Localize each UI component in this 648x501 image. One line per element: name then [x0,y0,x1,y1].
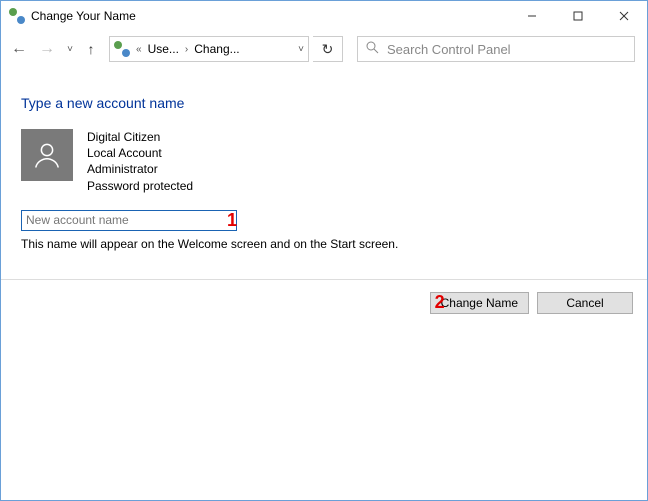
breadcrumb-prev-icon: « [134,44,144,55]
user-accounts-icon [114,41,130,57]
new-name-input[interactable] [21,210,237,231]
footer-buttons: 2 Change Name Cancel [1,280,647,326]
breadcrumb-seg[interactable]: Chang... [194,42,239,56]
window-title: Change Your Name [31,9,136,23]
minimize-button[interactable] [509,1,555,31]
account-type: Local Account [87,145,193,161]
search-input[interactable] [385,41,626,58]
refresh-button[interactable]: ↻ [313,36,343,62]
history-dropdown[interactable]: ˅ [63,44,77,55]
user-accounts-icon [9,8,25,24]
account-role: Administrator [87,161,193,177]
account-name: Digital Citizen [87,129,193,145]
minimize-icon [527,11,537,21]
annotation-2: 2 [435,292,445,313]
avatar [21,129,73,181]
person-icon [32,140,62,170]
chevron-down-icon[interactable]: ˅ [298,44,304,55]
chevron-right-icon: › [183,44,190,55]
change-name-button[interactable]: 2 Change Name [430,292,529,314]
account-info: Digital Citizen Local Account Administra… [87,129,193,194]
cancel-button[interactable]: Cancel [537,292,633,314]
button-label: Change Name [441,296,518,310]
search-box[interactable] [357,36,635,62]
address-bar[interactable]: « Use... › Chang... ˅ [109,36,309,62]
button-label: Cancel [566,296,603,310]
window-frame: Change Your Name ← → ˅ ↑ « Use... › Chan… [0,0,648,501]
password-state: Password protected [87,178,193,194]
content-area: Type a new account name Digital Citizen … [1,67,647,261]
up-button[interactable]: ↑ [81,41,101,57]
close-icon [619,11,629,21]
maximize-button[interactable] [555,1,601,31]
annotation-1: 1 [227,210,237,231]
search-icon [366,41,379,57]
breadcrumb-seg[interactable]: Use... [148,42,179,56]
account-summary: Digital Citizen Local Account Administra… [21,129,627,194]
page-heading: Type a new account name [21,95,627,111]
maximize-icon [573,11,583,21]
hint-text: This name will appear on the Welcome scr… [21,237,627,251]
name-input-row: 1 [21,210,627,231]
titlebar: Change Your Name [1,1,647,31]
nav-toolbar: ← → ˅ ↑ « Use... › Chang... ˅ ↻ [1,31,647,67]
back-button[interactable]: ← [7,37,31,61]
close-button[interactable] [601,1,647,31]
forward-button[interactable]: → [35,37,59,61]
window-controls [509,1,647,31]
